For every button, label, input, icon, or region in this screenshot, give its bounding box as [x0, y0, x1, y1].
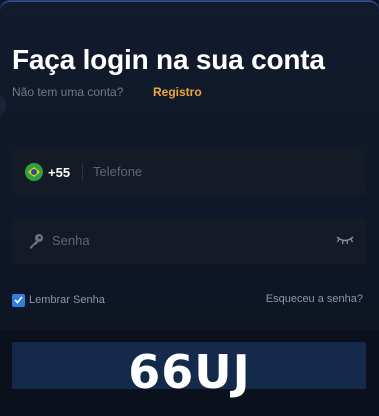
remember-label: Lembrar Senha [29, 294, 105, 306]
remember-me[interactable]: Lembrar Senha [12, 293, 105, 307]
register-link[interactable]: Registro [153, 85, 202, 99]
eye-closed-icon[interactable] [336, 234, 354, 246]
password-field[interactable]: Senha [12, 218, 366, 264]
forgot-password-link[interactable]: Esqueceu a senha? [266, 293, 363, 305]
page-title: Faça login na sua conta [12, 44, 325, 75]
brazil-flag-icon[interactable] [25, 163, 43, 181]
captcha-code: 66UJ [128, 345, 251, 399]
password-input[interactable]: Senha [52, 233, 90, 248]
phone-input[interactable]: Telefone [93, 164, 142, 179]
key-icon [30, 234, 43, 249]
remember-checkbox[interactable] [12, 293, 25, 307]
signup-prompt: Não tem uma conta? [12, 85, 124, 99]
country-code[interactable]: +55 [48, 165, 70, 180]
checkmark-icon [14, 296, 23, 304]
field-divider [82, 163, 83, 181]
phone-field[interactable]: +55 Telefone [12, 149, 366, 195]
